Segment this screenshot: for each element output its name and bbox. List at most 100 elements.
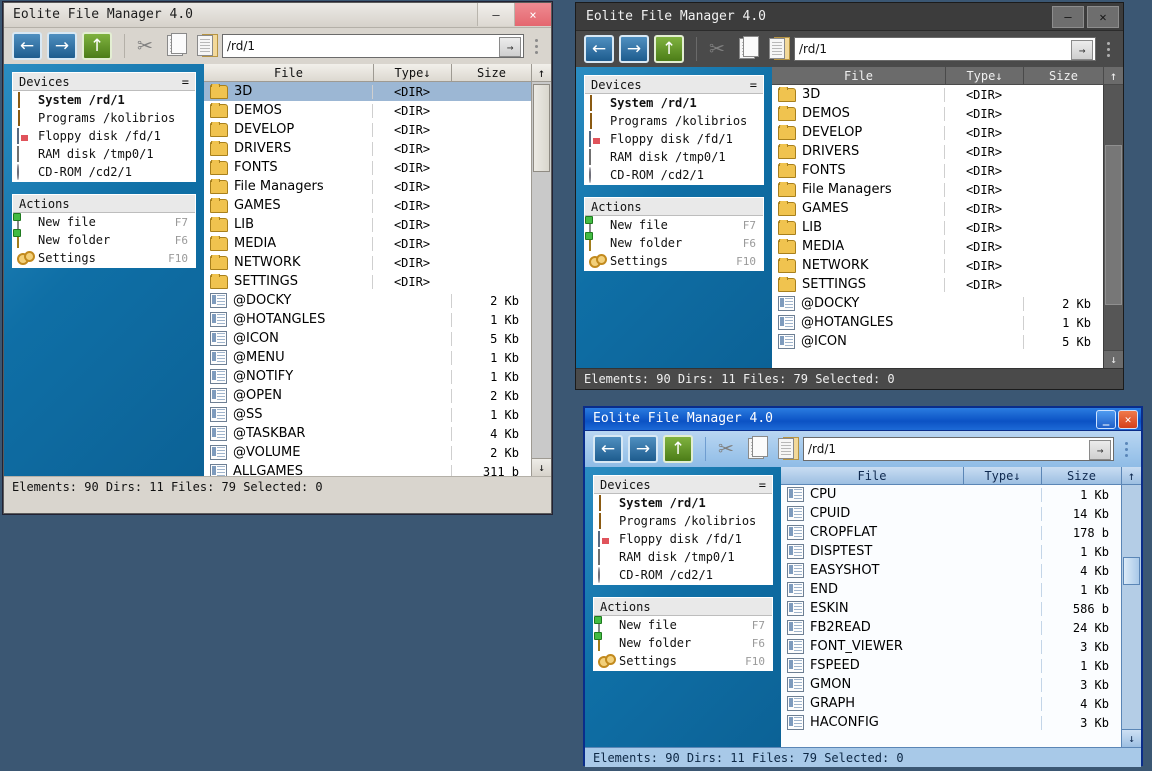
devices-panel-header[interactable]: Devices = (594, 476, 772, 494)
menu-dots-icon[interactable] (1119, 442, 1133, 457)
scroll-down-button[interactable]: ↓ (1104, 350, 1123, 368)
vertical-scrollbar[interactable]: ↓ (1103, 85, 1123, 368)
scroll-down-button[interactable]: ↓ (1122, 729, 1141, 747)
table-row[interactable]: GRAPH4 Kb (781, 694, 1121, 713)
table-row[interactable]: FB2READ24 Kb (781, 618, 1121, 637)
table-row[interactable]: DEVELOP<DIR> (772, 123, 1103, 142)
devices-panel-header[interactable]: Devices = (585, 76, 763, 94)
titlebar-window-blue[interactable]: Eolite File Manager 4.0 _ ✕ (585, 408, 1141, 431)
action-new-file[interactable]: New fileF7 (594, 616, 772, 634)
scroll-down-button[interactable]: ↓ (532, 458, 551, 476)
table-row[interactable]: FONT_VIEWER3 Kb (781, 637, 1121, 656)
device-item-cdrom[interactable]: CD-ROM /cd2/1 (585, 166, 763, 184)
scrollbar-thumb[interactable] (1123, 557, 1140, 585)
action-settings[interactable]: SettingsF10 (13, 249, 195, 267)
window-light[interactable]: Eolite File Manager 4.0 – × ← → ↑ ✂ /rd/… (3, 2, 552, 514)
action-new-folder[interactable]: New folderF6 (594, 634, 772, 652)
paste-button[interactable] (764, 35, 790, 63)
table-row[interactable]: DRIVERS<DIR> (772, 142, 1103, 161)
forward-button[interactable]: → (619, 35, 649, 63)
device-item-system[interactable]: System /rd/1 (13, 91, 195, 109)
table-row[interactable]: END1 Kb (781, 580, 1121, 599)
scroll-up-button[interactable]: ↑ (1121, 467, 1141, 484)
device-item-ramdisk[interactable]: RAM disk /tmp0/1 (585, 148, 763, 166)
table-row[interactable]: CPU1 Kb (781, 485, 1121, 504)
close-button[interactable]: ✕ (1087, 6, 1119, 28)
column-file[interactable]: File (204, 64, 373, 81)
action-new-file[interactable]: New fileF7 (13, 213, 195, 231)
table-row[interactable]: HACONFIG3 Kb (781, 713, 1121, 732)
titlebar-window-light[interactable]: Eolite File Manager 4.0 – × (4, 3, 551, 28)
up-button[interactable]: ↑ (654, 35, 684, 63)
table-row[interactable]: MEDIA<DIR> (204, 234, 531, 253)
scrollbar-thumb[interactable] (533, 84, 550, 172)
table-row[interactable]: 3D<DIR> (204, 82, 531, 101)
device-item-floppy[interactable]: Floppy disk /fd/1 (585, 130, 763, 148)
table-row[interactable]: @VOLUME2 Kb (204, 443, 531, 462)
table-row[interactable]: FSPEED1 Kb (781, 656, 1121, 675)
table-row[interactable]: @MENU1 Kb (204, 348, 531, 367)
paste-button[interactable] (192, 32, 218, 60)
copy-button[interactable] (743, 435, 769, 463)
cut-button[interactable]: ✂ (132, 32, 158, 60)
table-row[interactable]: CROPFLAT178 b (781, 523, 1121, 542)
address-bar[interactable]: /rd/1 → (222, 34, 524, 58)
vertical-scrollbar[interactable]: ↓ (1121, 485, 1141, 747)
action-settings[interactable]: SettingsF10 (585, 252, 763, 270)
table-row[interactable]: @HOTANGLES1 Kb (204, 310, 531, 329)
copy-button[interactable] (162, 32, 188, 60)
up-button[interactable]: ↑ (82, 32, 112, 60)
cut-button[interactable]: ✂ (704, 35, 730, 63)
column-size[interactable]: Size (1041, 467, 1121, 484)
table-row[interactable]: LIB<DIR> (204, 215, 531, 234)
window-dark[interactable]: Eolite File Manager 4.0 – ✕ ← → ↑ ✂ /rd/… (575, 2, 1124, 390)
table-row[interactable]: File Managers<DIR> (772, 180, 1103, 199)
table-row[interactable]: GAMES<DIR> (772, 199, 1103, 218)
table-row[interactable]: 3D<DIR> (772, 85, 1103, 104)
column-size[interactable]: Size (1023, 67, 1103, 84)
forward-button[interactable]: → (628, 435, 658, 463)
paste-button[interactable] (773, 435, 799, 463)
table-row[interactable]: DEMOS<DIR> (204, 101, 531, 120)
table-row[interactable]: @DOCKY2 Kb (772, 294, 1103, 313)
table-row[interactable]: @HOTANGLES1 Kb (772, 313, 1103, 332)
address-go-button[interactable]: → (1071, 40, 1093, 60)
scroll-up-button[interactable]: ↑ (1103, 67, 1123, 84)
table-row[interactable]: FONTS<DIR> (772, 161, 1103, 180)
table-row[interactable]: GAMES<DIR> (204, 196, 531, 215)
minimize-button[interactable]: – (477, 3, 514, 26)
up-button[interactable]: ↑ (663, 435, 693, 463)
table-row[interactable]: NETWORK<DIR> (204, 253, 531, 272)
device-item-programs[interactable]: Programs /kolibrios (13, 109, 195, 127)
table-row[interactable]: DEMOS<DIR> (772, 104, 1103, 123)
back-button[interactable]: ← (593, 435, 623, 463)
column-type[interactable]: Type↓ (963, 467, 1041, 484)
table-row[interactable]: EASYSHOT4 Kb (781, 561, 1121, 580)
column-file[interactable]: File (772, 67, 945, 84)
address-go-button[interactable]: → (1089, 440, 1111, 460)
action-settings[interactable]: SettingsF10 (594, 652, 772, 670)
minimize-button[interactable]: – (1052, 6, 1084, 28)
close-button[interactable]: ✕ (1118, 410, 1138, 429)
device-item-floppy[interactable]: Floppy disk /fd/1 (594, 530, 772, 548)
device-item-ramdisk[interactable]: RAM disk /tmp0/1 (13, 145, 195, 163)
table-row[interactable]: DRIVERS<DIR> (204, 139, 531, 158)
action-new-file[interactable]: New fileF7 (585, 216, 763, 234)
devices-collapse-icon[interactable]: = (750, 78, 757, 92)
table-row[interactable]: @ICON5 Kb (204, 329, 531, 348)
back-button[interactable]: ← (12, 32, 42, 60)
table-row[interactable]: FONTS<DIR> (204, 158, 531, 177)
titlebar-window-dark[interactable]: Eolite File Manager 4.0 – ✕ (576, 3, 1123, 31)
action-new-folder[interactable]: New folderF6 (13, 231, 195, 249)
table-row[interactable]: File Managers<DIR> (204, 177, 531, 196)
table-row[interactable]: NETWORK<DIR> (772, 256, 1103, 275)
column-type[interactable]: Type↓ (945, 67, 1023, 84)
device-item-system[interactable]: System /rd/1 (594, 494, 772, 512)
table-row[interactable]: DISPTEST1 Kb (781, 542, 1121, 561)
device-item-programs[interactable]: Programs /kolibrios (585, 112, 763, 130)
table-row[interactable]: @ICON5 Kb (772, 332, 1103, 351)
copy-button[interactable] (734, 35, 760, 63)
table-row[interactable]: ESKIN586 b (781, 599, 1121, 618)
address-bar[interactable]: /rd/1 → (803, 437, 1114, 461)
table-row[interactable]: @TASKBAR4 Kb (204, 424, 531, 443)
